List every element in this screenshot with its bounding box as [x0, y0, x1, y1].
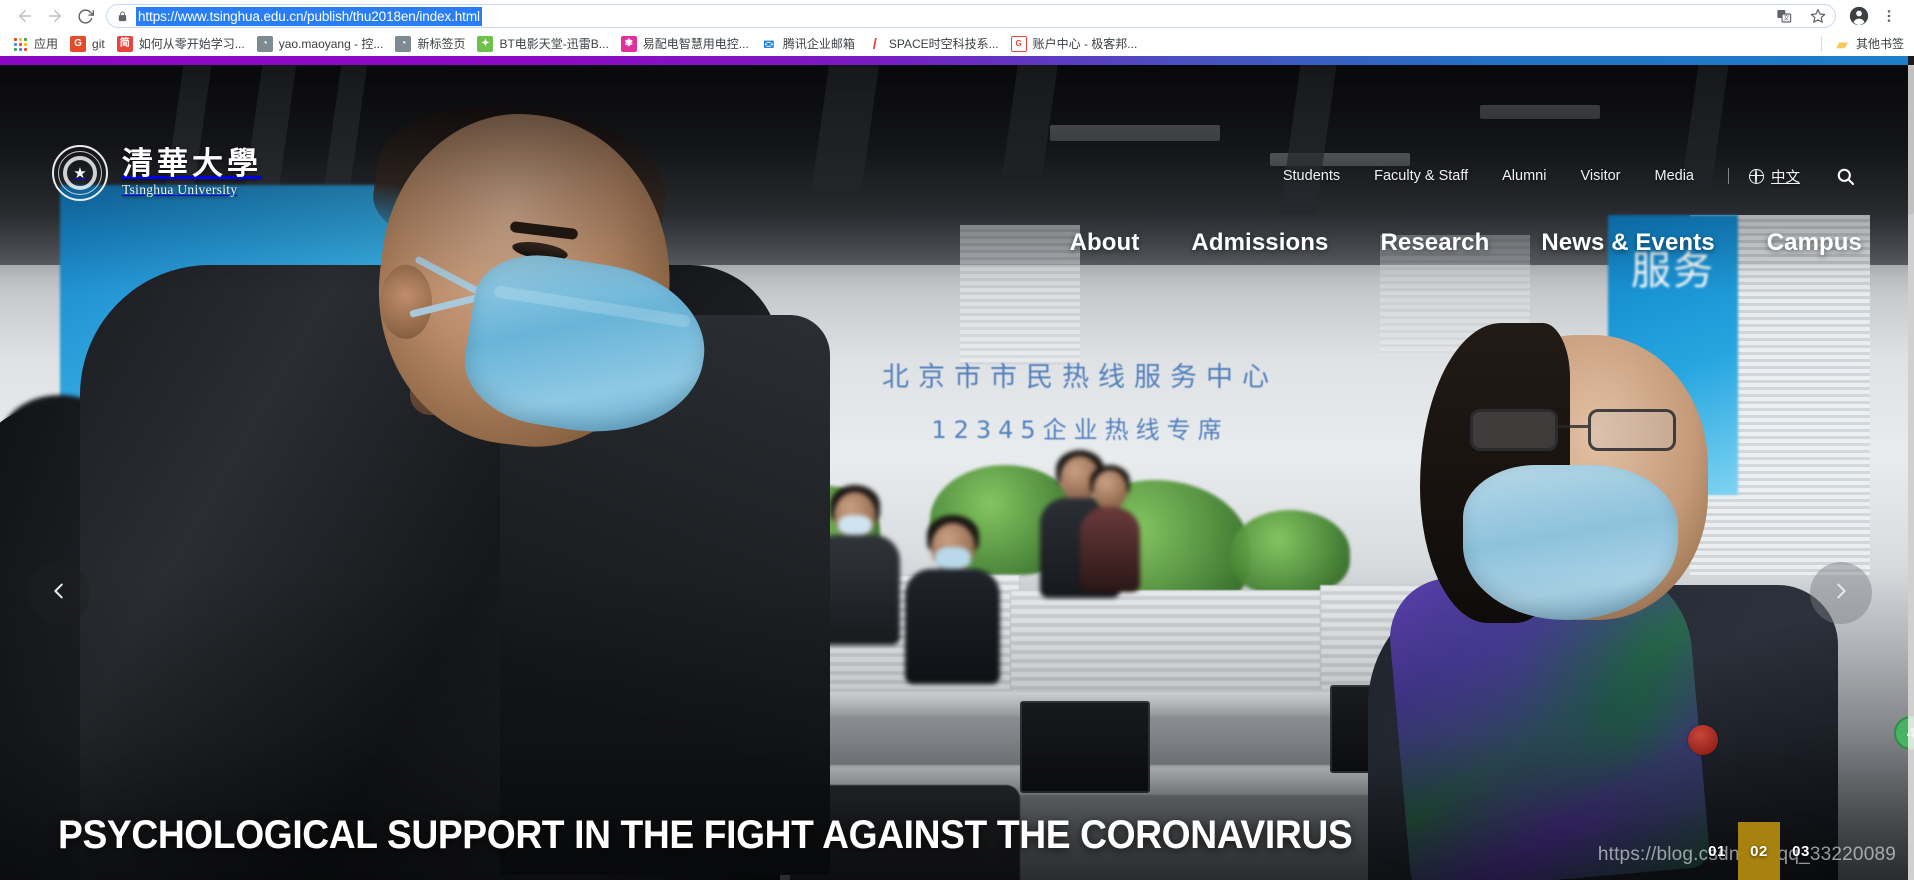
bookmark-label: 新标签页: [417, 37, 466, 51]
carousel-indicator-02[interactable]: 02: [1738, 822, 1780, 880]
tsinghua-seal-icon: ★: [52, 145, 108, 201]
bookmark-apps-label: 应用: [34, 37, 59, 51]
bookmarks-bar: 应用 G git 简 如何从零开始学习... ◔ yao.maoyang - 控…: [0, 32, 1914, 56]
bookmark-item[interactable]: ✦ BT电影天堂-迅雷B...: [473, 34, 616, 54]
eyeglasses: [1470, 409, 1685, 453]
back-arrow-icon[interactable]: [10, 1, 40, 31]
main-nav-admissions[interactable]: Admissions: [1191, 229, 1328, 257]
bookmark-item[interactable]: ✉ 腾讯企业邮箱: [757, 34, 863, 54]
bookmark-label: yao.maoyang - 控...: [278, 37, 384, 51]
main-nav-about[interactable]: About: [1070, 229, 1140, 257]
bookmark-label: 账户中心 - 极客邦...: [1032, 37, 1138, 51]
seal-star-icon: ★: [73, 164, 87, 182]
address-bar[interactable]: https://www.tsinghua.edu.cn/publish/thu2…: [106, 4, 1836, 28]
carousel-indicator-01[interactable]: 01: [1696, 822, 1738, 880]
reload-icon[interactable]: [70, 1, 100, 31]
bookmark-label: SPACE时空科技系...: [888, 37, 999, 51]
translate-icon[interactable]: 文: [1773, 5, 1795, 27]
main-nav-campus[interactable]: Campus: [1767, 229, 1862, 257]
bookmark-label: 腾讯企业邮箱: [782, 37, 855, 51]
bookmark-item[interactable]: ◔ 新标签页: [391, 34, 473, 54]
browser-chrome: https://www.tsinghua.edu.cn/publish/thu2…: [0, 0, 1914, 56]
logo-name-en: Tsinghua University: [122, 182, 238, 198]
bookmark-item[interactable]: / SPACE时空科技系...: [863, 34, 1007, 54]
lock-icon: [117, 10, 128, 23]
bookmark-label: BT电影天堂-迅雷B...: [499, 37, 609, 51]
bookmark-favicon-geekbang: G: [1010, 36, 1027, 52]
site-header: ★ 清華大學 Tsinghua University Students Facu…: [0, 65, 1908, 256]
bookmark-item[interactable]: ◔ yao.maoyang - 控...: [253, 34, 392, 54]
folder-icon: ▰: [1836, 36, 1848, 52]
bookmark-favicon-newtab: ◔: [395, 36, 412, 52]
bookmark-label: 易配电智慧用电控...: [642, 37, 749, 51]
scrollbar-thumb[interactable]: [1908, 65, 1914, 215]
bookmark-favicon-yipeidian: ✾: [620, 36, 637, 52]
three-dot-menu-icon[interactable]: [1874, 1, 1904, 31]
foreground-woman: [1358, 317, 1878, 880]
bookmark-favicon-git: G: [70, 36, 87, 52]
bookmark-apps[interactable]: 应用: [8, 34, 66, 54]
carousel-indicators: 01 02 03: [1696, 822, 1822, 880]
bookmark-favicon-globe: ◔: [256, 36, 273, 52]
page-scrollbar[interactable]: [1908, 65, 1914, 880]
background-person: [905, 515, 1000, 684]
star-icon[interactable]: [1807, 5, 1829, 27]
utility-divider: [1728, 168, 1729, 184]
foreground-man: [0, 89, 860, 880]
hero-slide-image: 北京市市民热线服务中心 12345企业热线专席 服务: [0, 65, 1908, 880]
background-person: [1080, 465, 1140, 592]
main-nav-research[interactable]: Research: [1380, 229, 1489, 257]
wall-sign-line-1: 北京市市民热线服务中心: [882, 362, 1278, 393]
carousel-indicator-03[interactable]: 03: [1780, 822, 1822, 880]
bookmark-favicon-jianshu: 简: [116, 36, 133, 52]
bookmark-favicon-bt: ✦: [477, 36, 494, 52]
page-top-accent-bar: [0, 56, 1908, 65]
bookmark-favicon-space: /: [872, 36, 877, 52]
carousel-prev-button[interactable]: [28, 562, 90, 624]
hero-headline: PSYCHOLOGICAL SUPPORT IN THE FIGHT AGAIN…: [58, 813, 1353, 857]
url-text[interactable]: https://www.tsinghua.edu.cn/publish/thu2…: [136, 6, 482, 26]
apps-grid-icon: [12, 36, 28, 52]
site-logo[interactable]: ★ 清華大學 Tsinghua University: [52, 145, 262, 201]
utility-link-students[interactable]: Students: [1283, 168, 1340, 184]
browser-toolbar: https://www.tsinghua.edu.cn/publish/thu2…: [0, 0, 1914, 32]
wall-sign-line-2: 12345企业热线专席: [931, 416, 1229, 444]
svg-text:文: 文: [1783, 14, 1789, 22]
utility-link-media[interactable]: Media: [1655, 168, 1695, 184]
utility-link-visitor[interactable]: Visitor: [1580, 168, 1620, 184]
utility-link-faculty-staff[interactable]: Faculty & Staff: [1374, 168, 1468, 184]
logo-name-cn: 清華大學: [122, 145, 262, 182]
language-switch-label: 中文: [1771, 169, 1800, 186]
party-badge: [1688, 725, 1718, 755]
utility-nav: Students Faculty & Staff Alumni Visitor …: [1283, 165, 1856, 187]
chevron-left-icon: [48, 580, 70, 607]
other-bookmarks-button[interactable]: ▰ 其他书签: [1820, 36, 1904, 52]
bookmark-label: 如何从零开始学习...: [138, 37, 245, 51]
carousel-next-button[interactable]: [1810, 562, 1872, 624]
main-nav-news-events[interactable]: News & Events: [1541, 229, 1714, 257]
bookmark-label: git: [92, 37, 105, 51]
profile-avatar-icon[interactable]: [1844, 1, 1874, 31]
bookmark-favicon-tencent: ✉: [763, 36, 775, 52]
search-icon[interactable]: [1834, 165, 1856, 187]
language-switch-button[interactable]: 中文: [1749, 166, 1800, 187]
globe-icon: [1749, 168, 1764, 184]
bookmark-item[interactable]: ✾ 易配电智慧用电控...: [617, 34, 757, 54]
chevron-right-icon: [1830, 580, 1852, 607]
forward-arrow-icon[interactable]: [40, 1, 70, 31]
bookmark-item[interactable]: 简 如何从零开始学习...: [113, 34, 253, 54]
utility-link-alumni[interactable]: Alumni: [1502, 168, 1546, 184]
main-nav: About Admissions Research News & Events …: [1070, 229, 1862, 257]
other-bookmarks-label: 其他书签: [1855, 37, 1904, 51]
bookmark-item[interactable]: G git: [66, 34, 113, 54]
web-page: 北京市市民热线服务中心 12345企业热线专席 服务 ★ 清華大學 Tsingh…: [0, 56, 1914, 880]
bookmark-item[interactable]: G 账户中心 - 极客邦...: [1007, 34, 1146, 54]
